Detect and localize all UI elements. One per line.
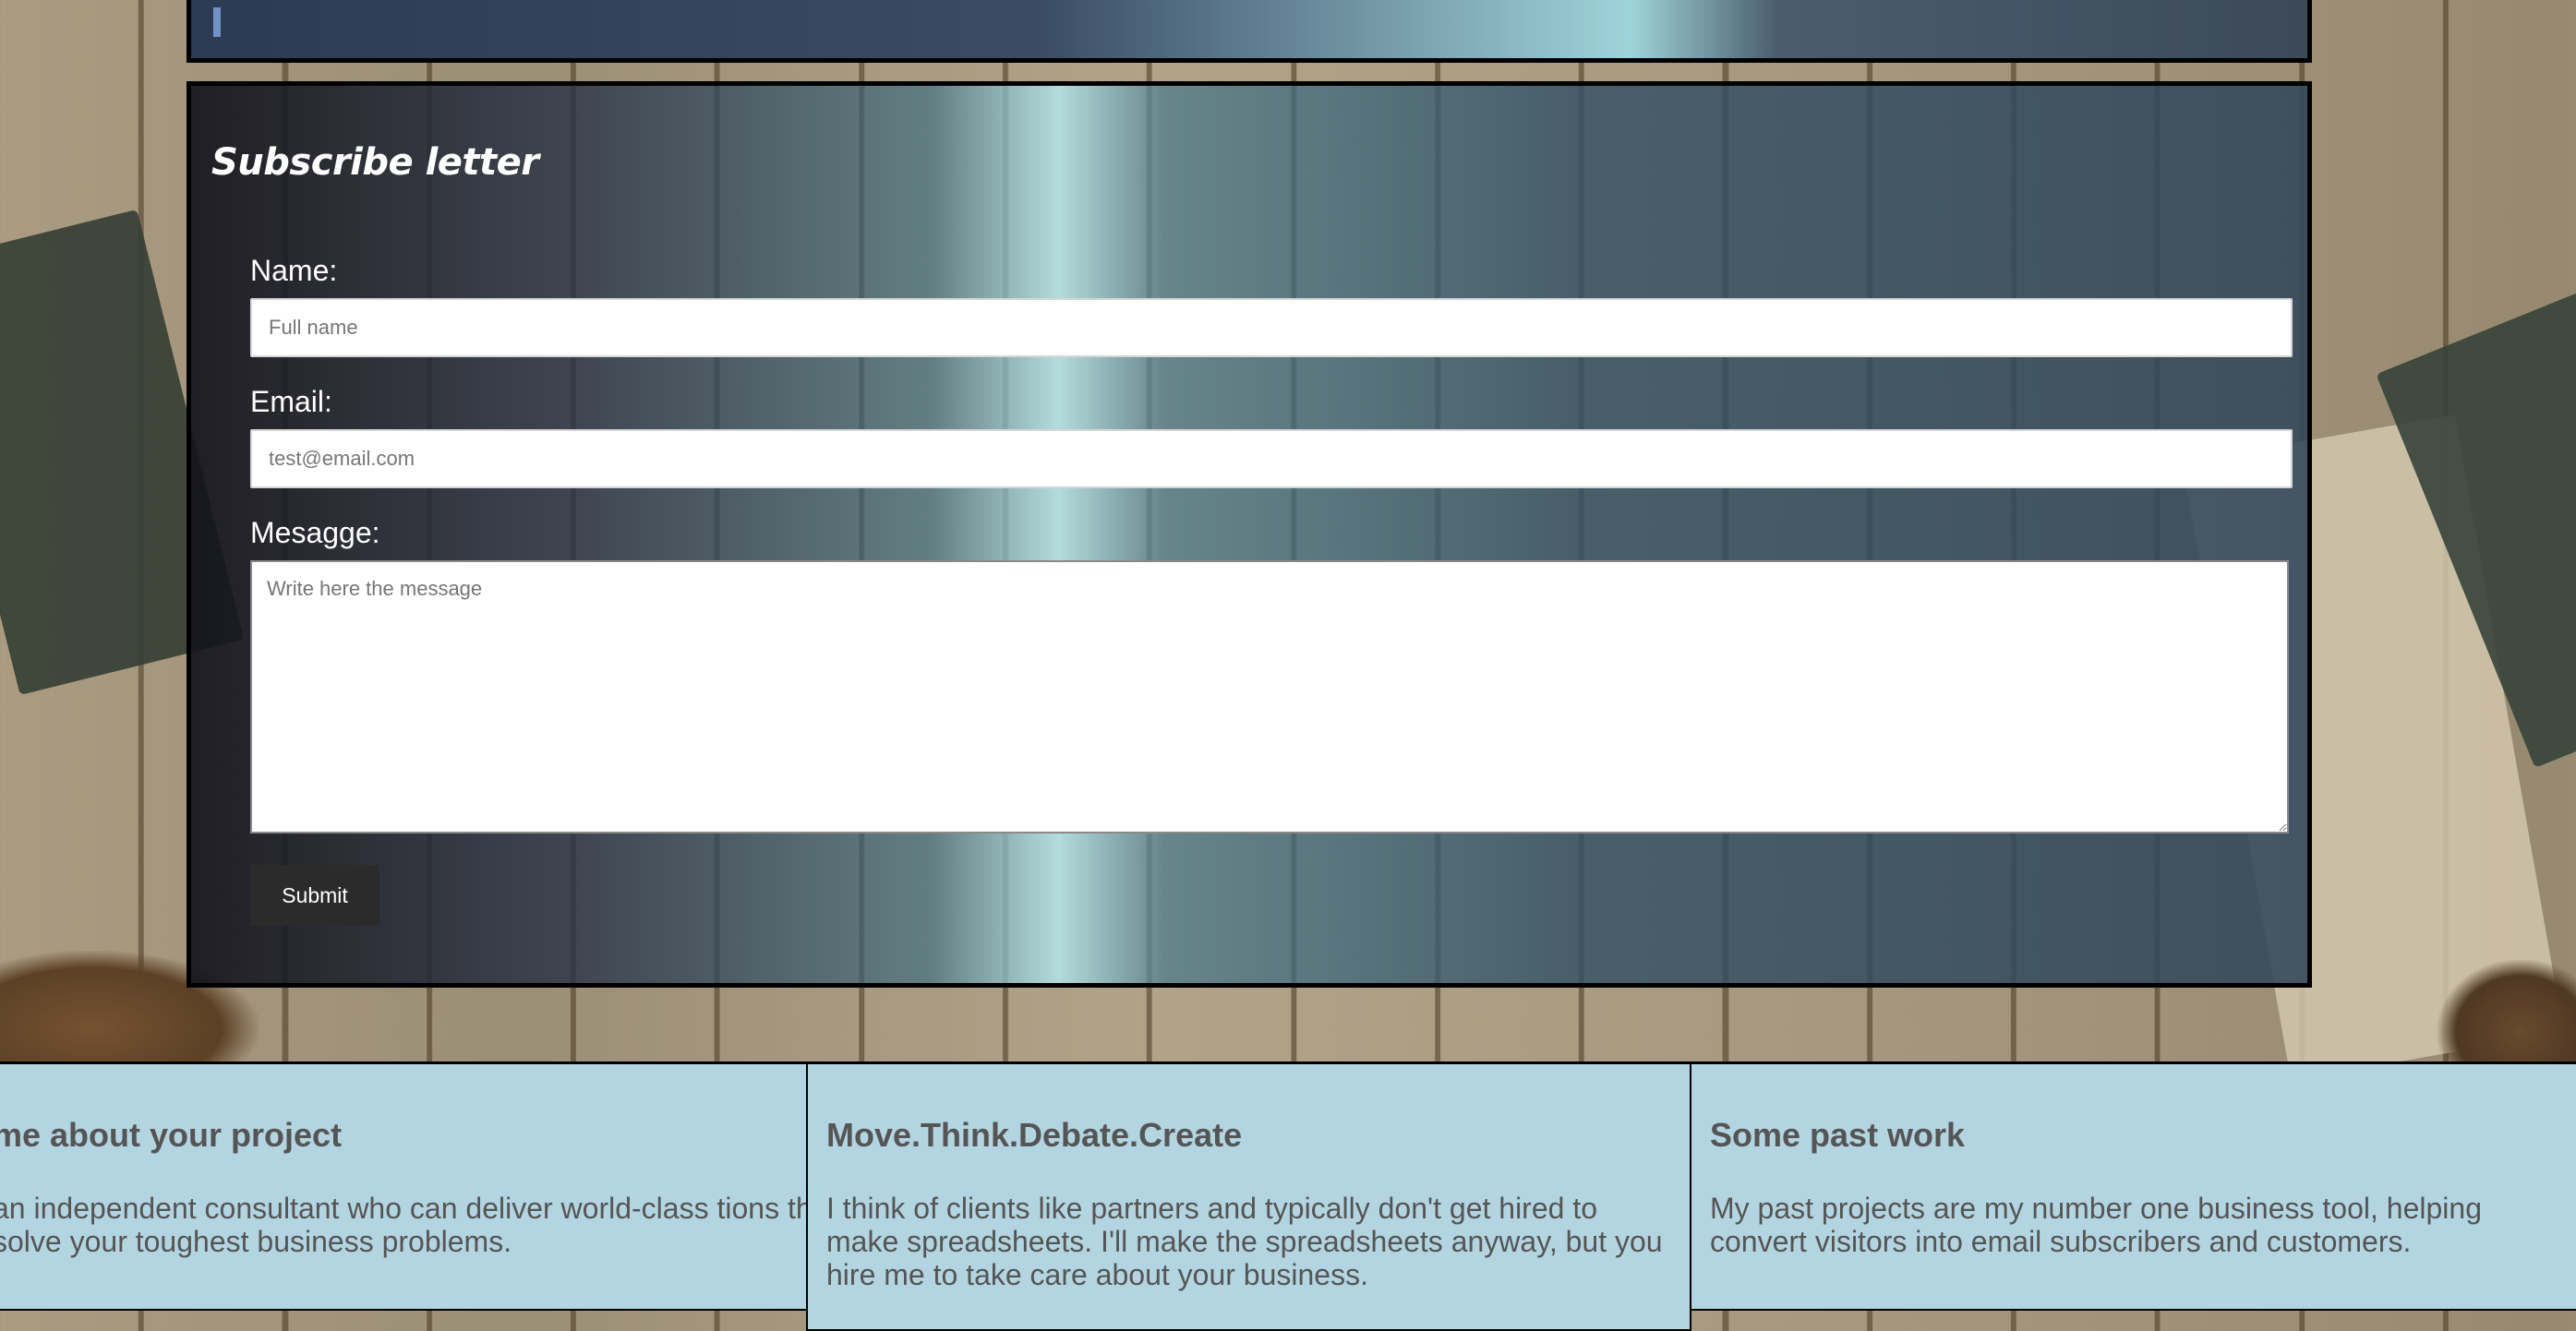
card-text: I think of clients like partners and typ…: [826, 1192, 1663, 1291]
name-input[interactable]: [250, 298, 2293, 357]
card-text: an independent consultant who can delive…: [0, 1192, 808, 1258]
card-title: Some past work: [1710, 1116, 1966, 1154]
email-input[interactable]: [250, 429, 2293, 488]
name-label: Name:: [250, 254, 338, 287]
accent-bar: [213, 7, 221, 37]
submit-button[interactable]: Submit: [250, 865, 379, 926]
previous-section-strip: [187, 0, 2312, 63]
card-past-work: Some past work My past projects are my n…: [1690, 1061, 2576, 1311]
message-label: Mesagge:: [250, 516, 380, 549]
card-title: me about your project: [0, 1116, 343, 1154]
email-label: Email:: [250, 385, 332, 418]
card-title: Move.Think.Debate.Create: [826, 1116, 1243, 1154]
card-project: me about your project an independent con…: [0, 1061, 808, 1311]
subscribe-title: Subscribe letter: [211, 141, 539, 184]
card-move-think: Move.Think.Debate.Create I think of clie…: [806, 1061, 1691, 1331]
message-textarea[interactable]: [250, 560, 2289, 833]
subscribe-panel: Subscribe letter Name: Email: Mesagge: S…: [187, 81, 2312, 988]
card-text: My past projects are my number one busin…: [1710, 1192, 2482, 1258]
